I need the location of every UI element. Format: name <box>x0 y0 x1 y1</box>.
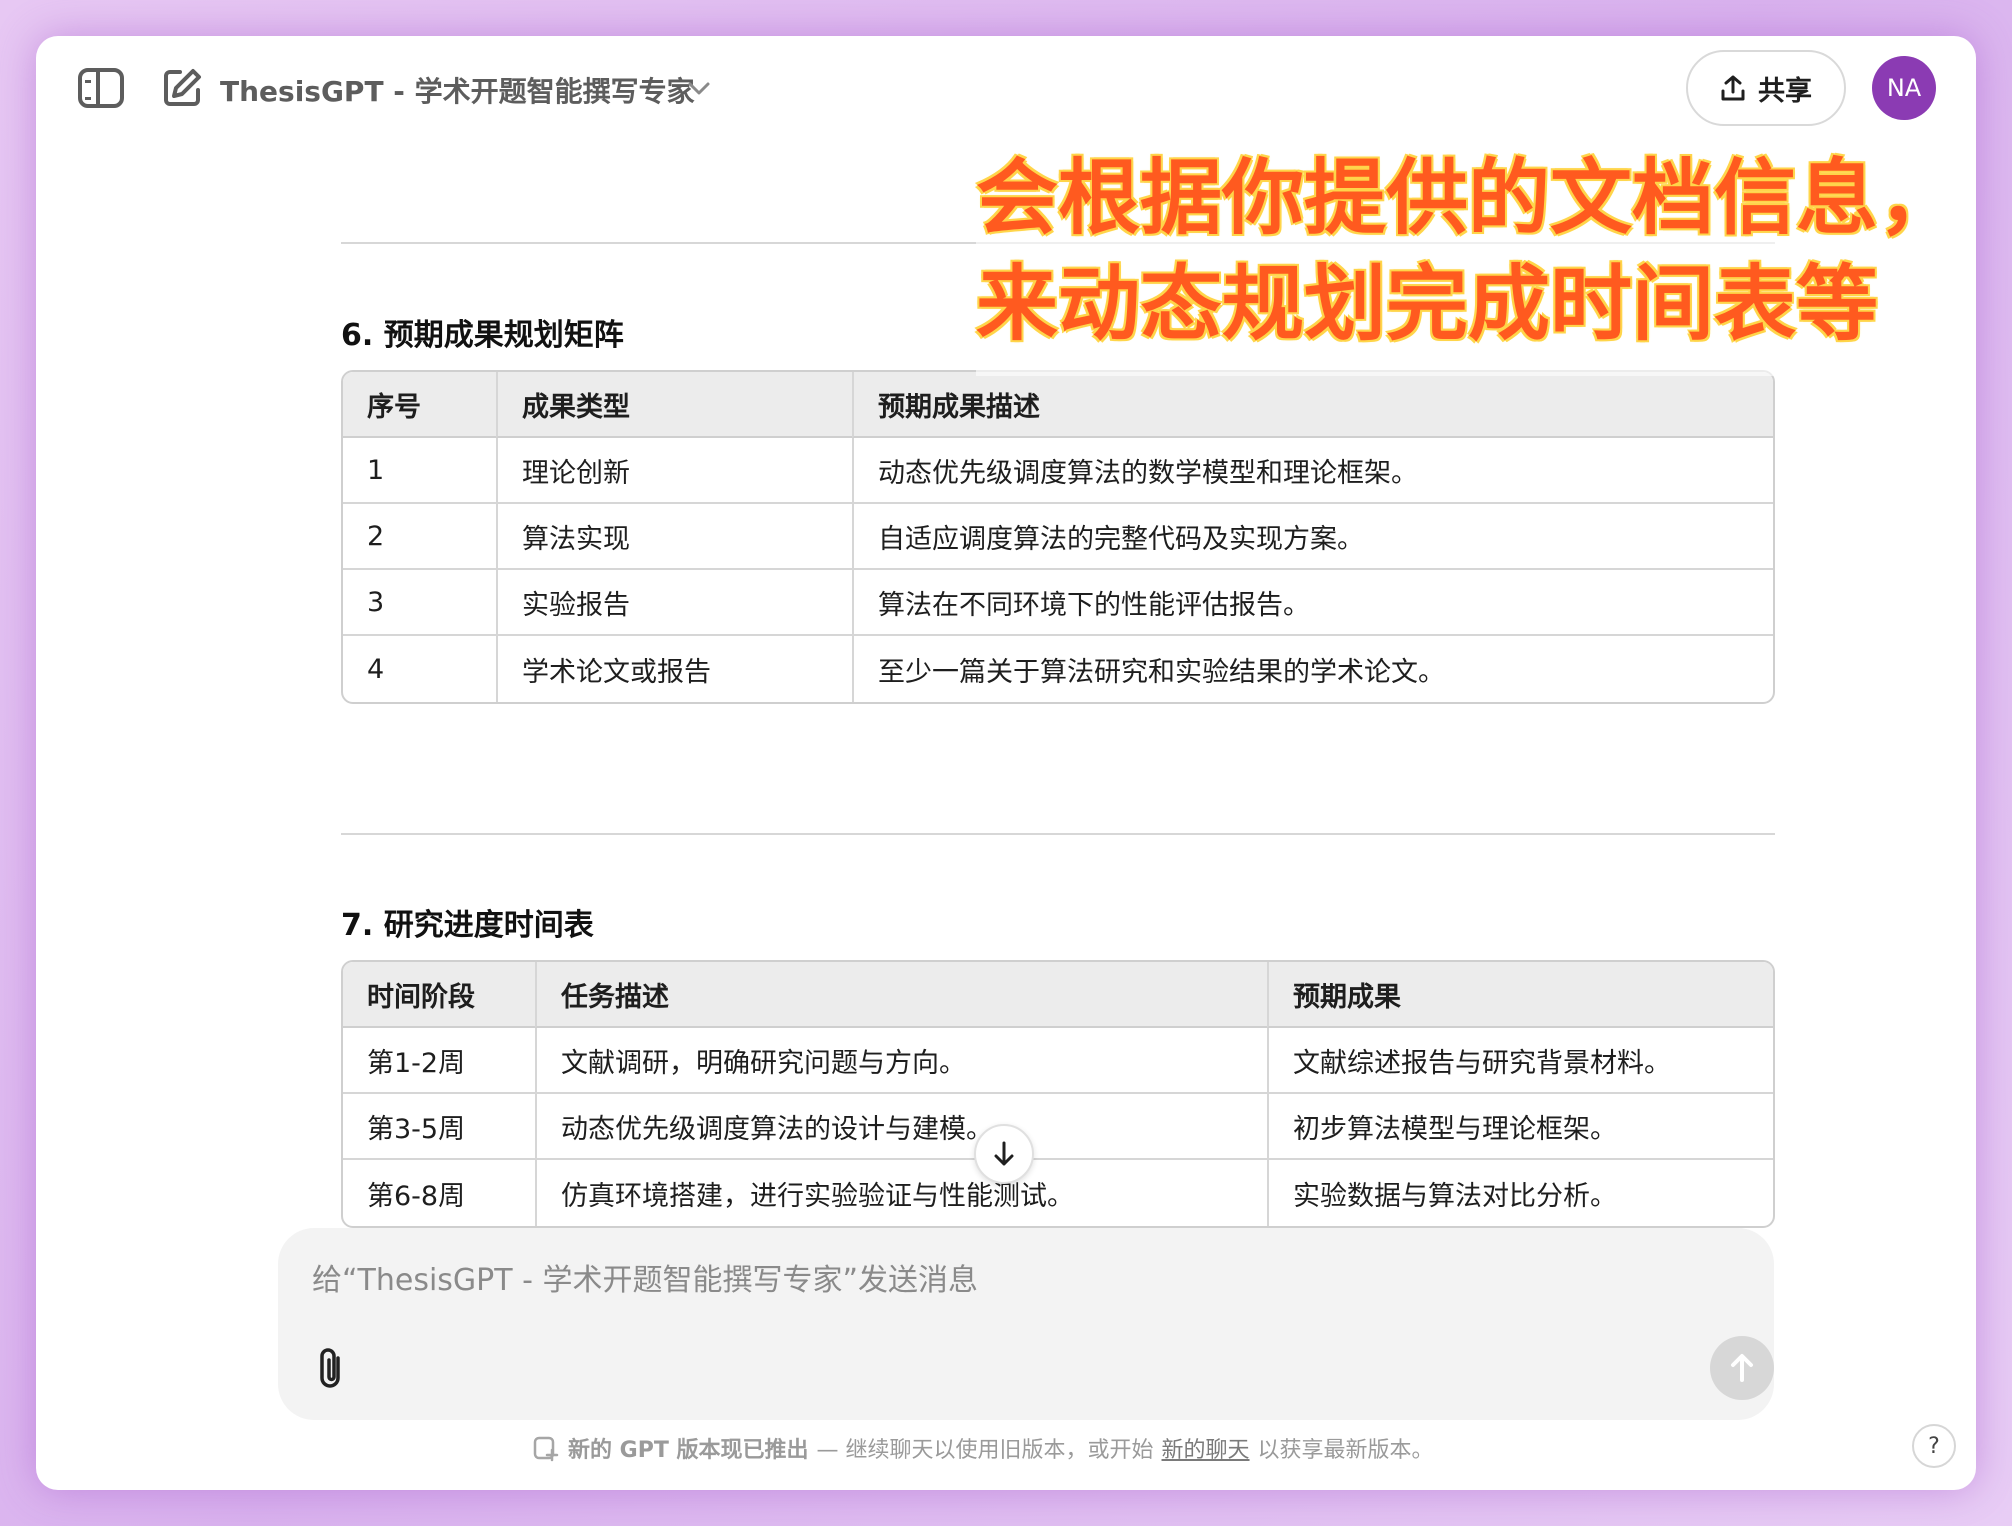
share-button[interactable]: 共享 <box>1686 50 1846 126</box>
table-cell: 4 <box>367 653 385 685</box>
table-row: 3 实验报告 算法在不同环境下的性能评估报告。 <box>343 570 1773 636</box>
paperclip-icon[interactable] <box>314 1346 348 1392</box>
table-cell: 动态优先级调度算法的数学模型和理论框架。 <box>852 438 1773 504</box>
section-heading-schedule: 7. 研究进度时间表 <box>341 908 594 943</box>
table-cell: 第1-2周 <box>343 1028 535 1094</box>
notice-text: — 继续聊天以使用旧版本，或开始 <box>816 1438 1154 1463</box>
table-row: 第3-5周 动态优先级调度算法的设计与建模。 初步算法模型与理论框架。 <box>343 1094 1773 1160</box>
message-composer <box>278 1228 1774 1420</box>
annotation-line-2: 来动态规划完成时间表等 <box>976 257 1879 352</box>
table-cell: 动态优先级调度算法的设计与建模。 <box>535 1094 1267 1160</box>
column-header: 任务描述 <box>535 962 1267 1028</box>
table-cell: 第3-5周 <box>343 1094 535 1160</box>
table-cell: 算法在不同环境下的性能评估报告。 <box>852 570 1773 636</box>
table-cell: 至少一篇关于算法研究和实验结果的学术论文。 <box>852 636 1773 702</box>
table-cell: 实验报告 <box>496 570 852 636</box>
table-cell: 3 <box>343 570 496 636</box>
table-cell: 2 <box>343 504 496 570</box>
new-version-icon <box>533 1436 559 1462</box>
arrow-up-icon <box>1731 1354 1753 1382</box>
scroll-down-button[interactable] <box>974 1124 1034 1184</box>
share-label: 共享 <box>1758 75 1812 107</box>
send-button[interactable] <box>1710 1336 1774 1400</box>
new-chat-icon[interactable] <box>160 66 204 110</box>
column-header: 成果类型 <box>496 372 852 438</box>
avatar[interactable]: NA <box>1872 56 1936 120</box>
annotation-line-1: 会根据你提供的文档信息， <box>976 151 1961 246</box>
table-cell: 文献综述报告与研究背景材料。 <box>1267 1028 1773 1094</box>
table-cell: 学术论文或报告 <box>496 636 852 702</box>
divider <box>341 833 1775 835</box>
notice-title: 新的 GPT 版本现已推出 <box>568 1438 809 1463</box>
version-notice: 新的 GPT 版本现已推出 — 继续聊天以使用旧版本，或开始 新的聊天 以获享最新版… <box>532 1432 1434 1464</box>
table-cell: 第6-8周 <box>367 1180 466 1212</box>
message-input[interactable] <box>312 1258 1612 1302</box>
table-row: 第1-2周 文献调研，明确研究问题与方向。 文献综述报告与研究背景材料。 <box>343 1028 1773 1094</box>
table-header-row: 序号 成果类型 预期成果描述 <box>343 372 1773 438</box>
chevron-down-icon[interactable] <box>686 78 712 98</box>
table-row: 4 学术论文或报告 至少一篇关于算法研究和实验结果的学术论文。 <box>343 636 1773 702</box>
chat-window: ThesisGPT - 学术开题智能撰写专家 共享 NA 6. 预期成果规划矩阵… <box>36 36 1976 1490</box>
table-cell: 自适应调度算法的完整代码及实现方案。 <box>852 504 1773 570</box>
section-heading-outcomes: 6. 预期成果规划矩阵 <box>341 318 624 353</box>
table-row: 1 理论创新 动态优先级调度算法的数学模型和理论框架。 <box>343 438 1773 504</box>
table-row: 第6-8周 仿真环境搭建，进行实验验证与性能测试。 实验数据与算法对比分析。 <box>343 1160 1773 1226</box>
table-cell: 初步算法模型与理论框架。 <box>1267 1094 1773 1160</box>
table-cell: 理论创新 <box>496 438 852 504</box>
table-cell: 实验数据与算法对比分析。 <box>1267 1160 1773 1226</box>
column-header: 预期成果描述 <box>852 372 1773 438</box>
table-cell: 文献调研，明确研究问题与方向。 <box>535 1028 1267 1094</box>
table-row: 2 算法实现 自适应调度算法的完整代码及实现方案。 <box>343 504 1773 570</box>
help-button[interactable]: ? <box>1912 1424 1956 1468</box>
column-header: 预期成果 <box>1267 962 1773 1028</box>
schedule-table: 时间阶段 任务描述 预期成果 第1-2周 文献调研，明确研究问题与方向。 文献综… <box>341 960 1775 1228</box>
table-cell: 仿真环境搭建，进行实验验证与性能测试。 <box>535 1160 1267 1226</box>
outcomes-table: 序号 成果类型 预期成果描述 1 理论创新 动态优先级调度算法的数学模型和理论框… <box>341 370 1775 704</box>
table-cell: 1 <box>343 438 496 504</box>
table-cell: 算法实现 <box>496 504 852 570</box>
table-header-row: 时间阶段 任务描述 预期成果 <box>343 962 1773 1028</box>
model-title[interactable]: ThesisGPT - 学术开题智能撰写专家 <box>220 70 695 110</box>
column-header: 时间阶段 <box>343 962 535 1028</box>
new-chat-link[interactable]: 新的聊天 <box>1162 1432 1250 1464</box>
annotation-overlay: 会根据你提供的文档信息， 来动态规划完成时间表等 <box>976 146 1961 376</box>
sidebar-toggle-icon[interactable] <box>78 68 124 108</box>
column-header: 序号 <box>343 372 496 438</box>
arrow-down-icon <box>994 1141 1014 1166</box>
share-icon <box>1721 75 1745 101</box>
notice-text-end: 以获享最新版本。 <box>1257 1438 1434 1463</box>
